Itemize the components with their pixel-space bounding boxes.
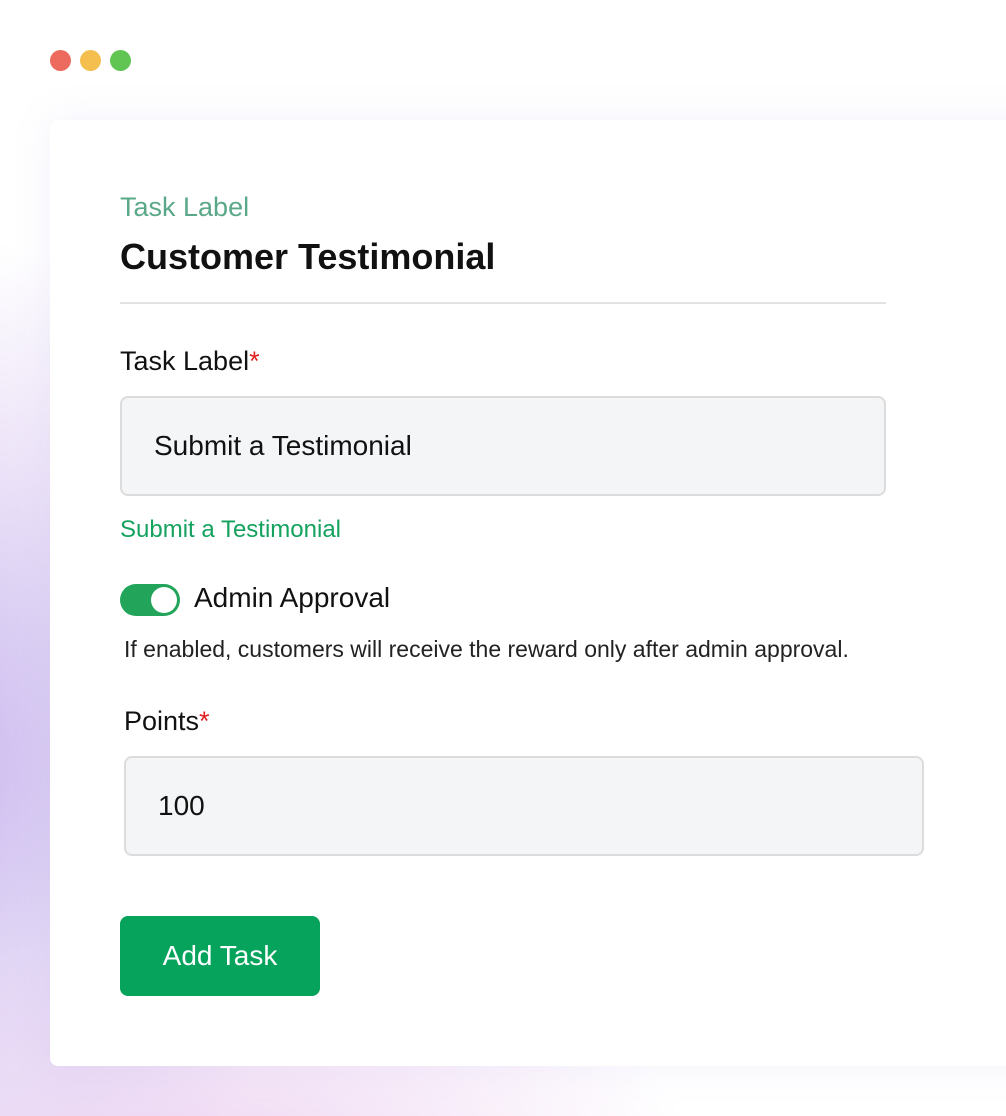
window-controls [50,50,131,71]
form-title: Customer Testimonial [120,236,496,277]
admin-approval-label: Admin Approval [194,582,391,613]
admin-approval-description: If enabled, customers will receive the r… [124,636,849,662]
points-input[interactable]: 100 [124,756,924,856]
task-label-label-text: Task Label [120,346,250,376]
points-input-value: 100 [158,790,205,821]
task-label-input[interactable]: Submit a Testimonial [120,396,886,496]
points-label-text: Points [124,706,200,736]
app-window: Task Label Customer Testimonial Task Lab… [0,0,1006,1116]
add-task-button[interactable]: Add Task [120,916,320,996]
task-form-card: Task Label Customer Testimonial Task Lab… [50,120,1006,1066]
required-marker: * [249,346,260,376]
task-label-preview: Submit a Testimonial [120,516,341,543]
task-label-field-label: Task Label* [120,346,260,377]
close-window-dot[interactable] [50,50,71,71]
toggle-knob [151,587,177,613]
minimize-window-dot[interactable] [80,50,101,71]
divider [120,302,886,304]
task-label-input-value: Submit a Testimonial [154,430,412,461]
admin-approval-toggle[interactable] [120,584,180,616]
form-eyebrow: Task Label [120,192,250,222]
points-field-label: Points* [124,706,210,737]
maximize-window-dot[interactable] [110,50,131,71]
required-marker: * [199,706,210,736]
